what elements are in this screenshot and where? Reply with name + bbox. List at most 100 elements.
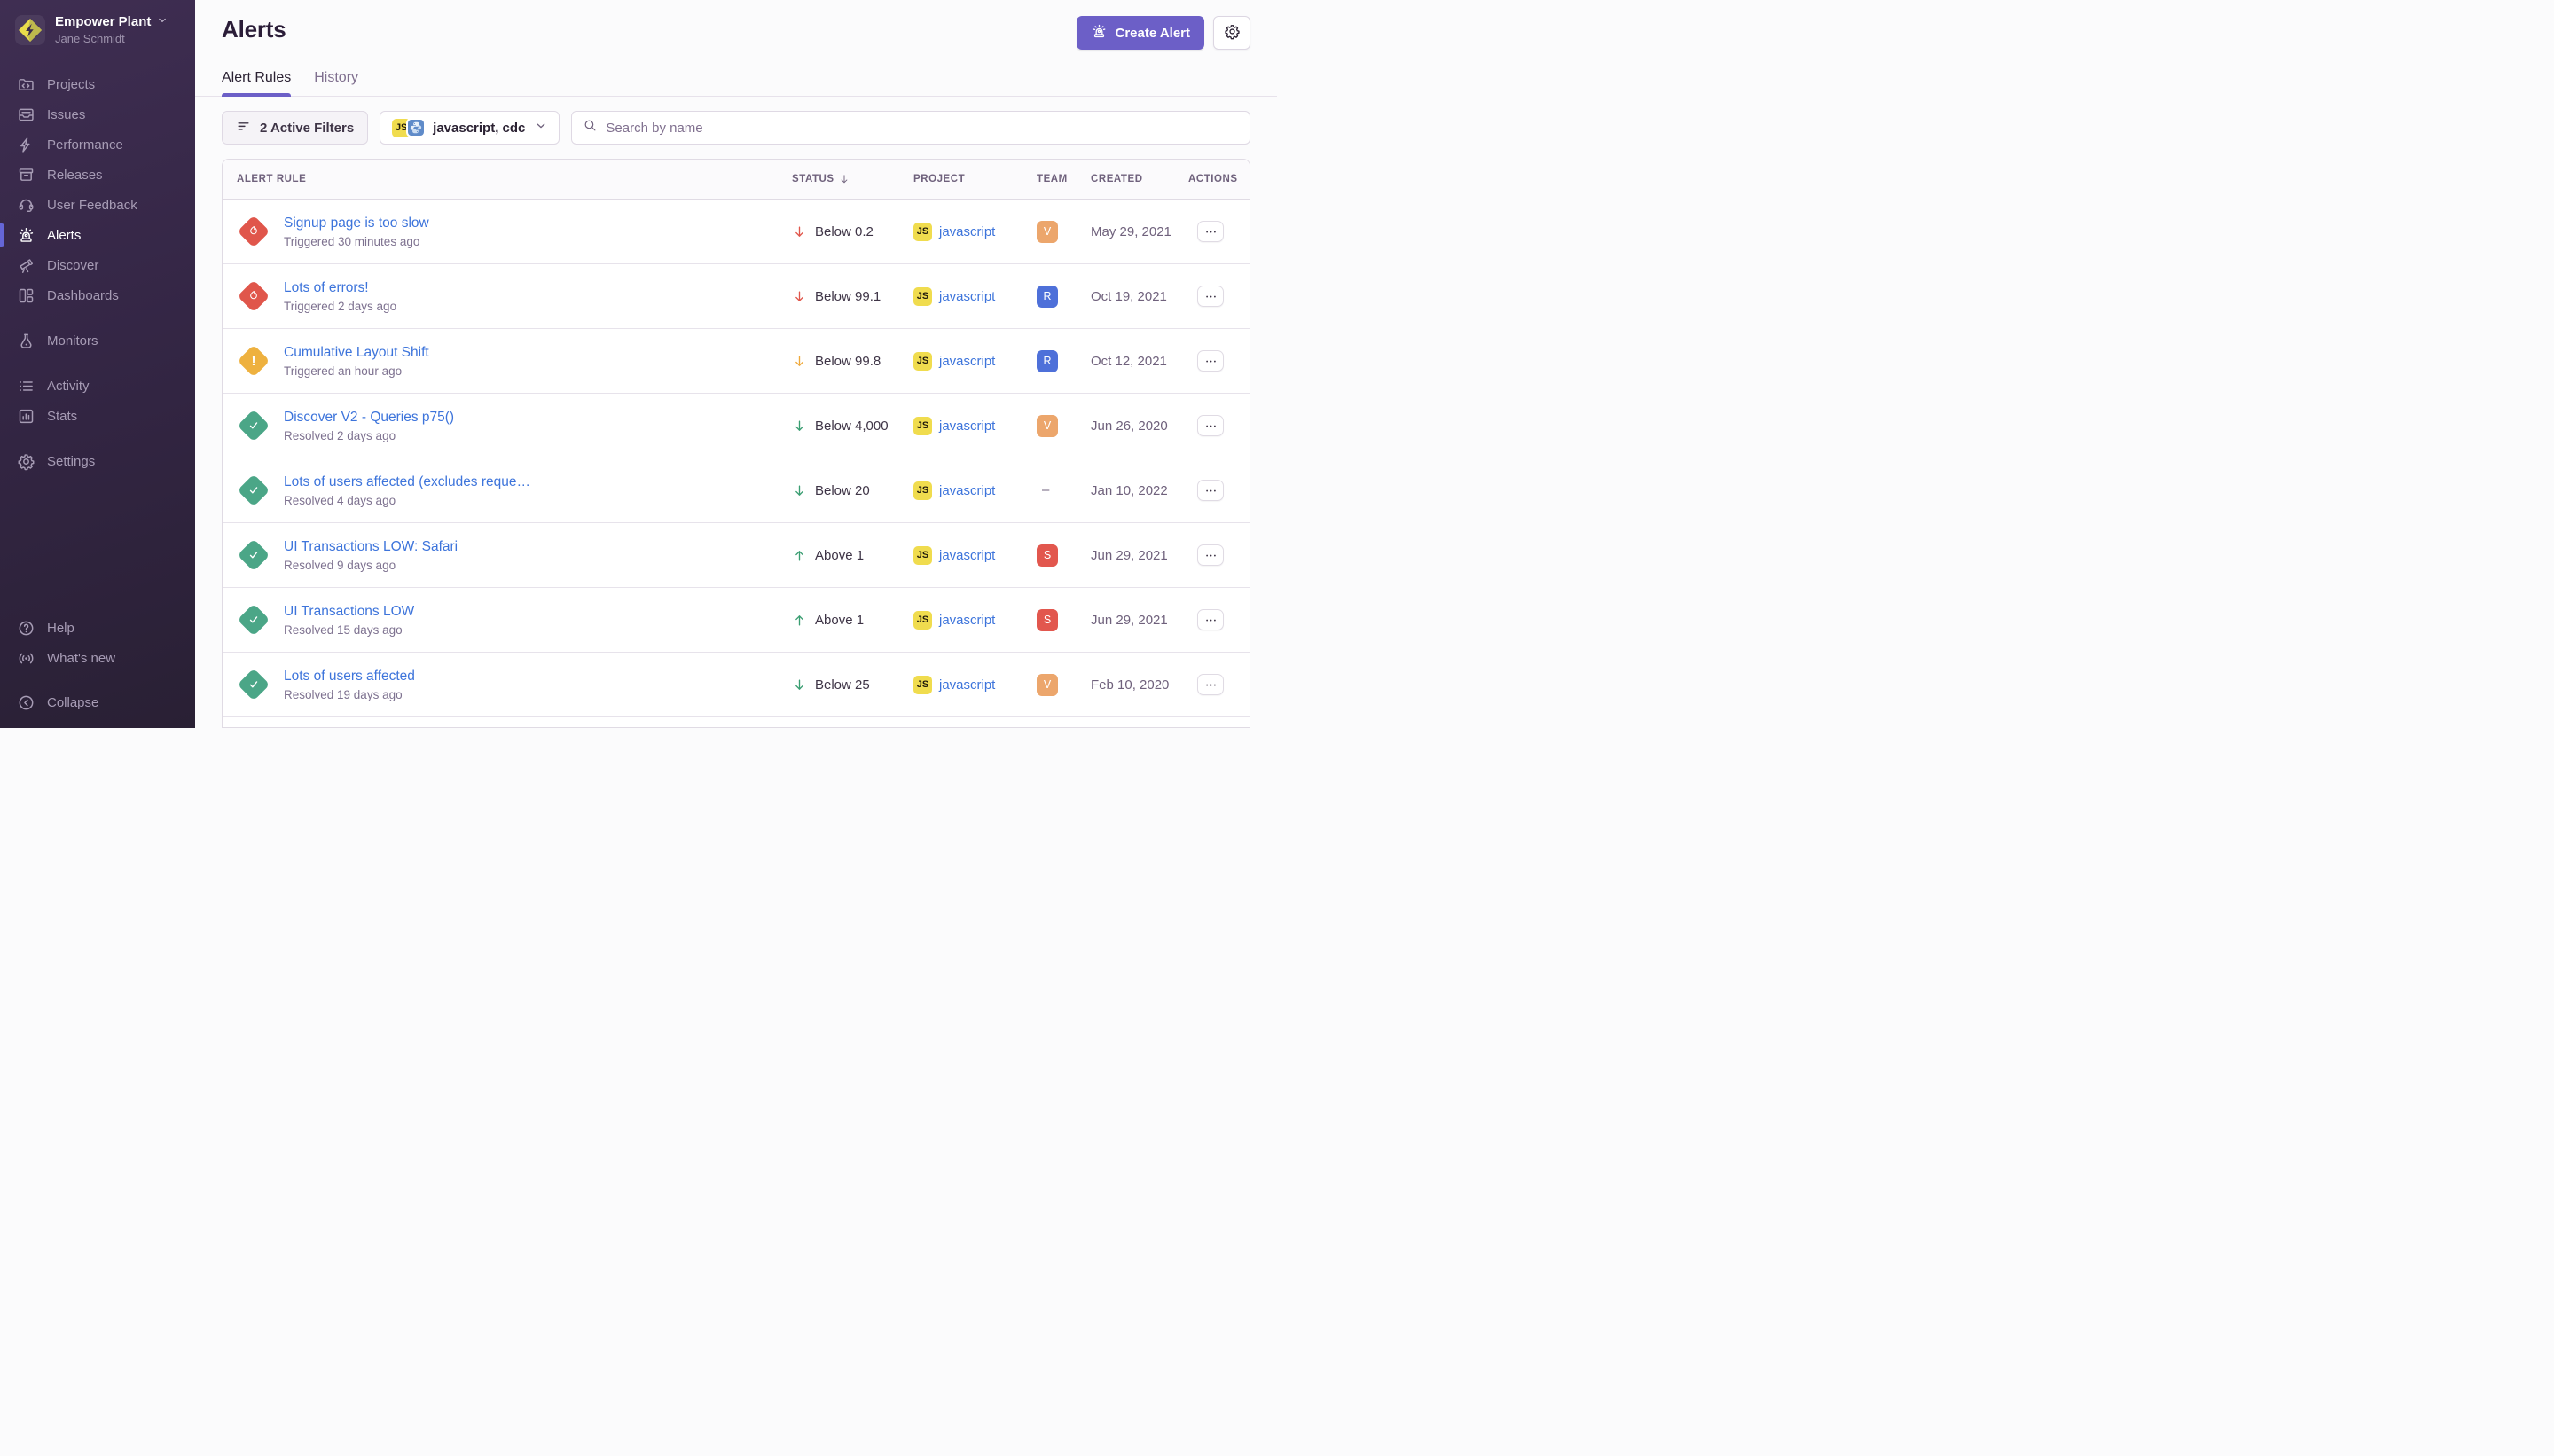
team-cell: –: [1037, 482, 1091, 498]
row-actions-button[interactable]: [1197, 221, 1224, 242]
alert-rule-link[interactable]: UI Transactions LOW: Safari: [284, 539, 458, 555]
alert-rule-subtitle: Resolved 4 days ago: [284, 494, 530, 507]
project-link[interactable]: javascript: [939, 419, 995, 434]
sidebar-item-releases[interactable]: Releases: [0, 160, 195, 190]
team-cell: R: [1037, 350, 1091, 372]
app-window: Empower Plant Jane Schmidt Projects Issue…: [0, 0, 1277, 728]
alert-rule-link[interactable]: UI Transactions LOW: [284, 604, 414, 620]
column-header-alert-rule: Alert Rule: [223, 174, 792, 184]
alert-rule-subtitle: Resolved 2 days ago: [284, 429, 454, 442]
row-actions-button[interactable]: [1197, 286, 1224, 307]
sidebar-item-what-s-new[interactable]: What's new: [0, 643, 195, 673]
sidebar-item-monitors[interactable]: Monitors: [0, 325, 195, 356]
alert-rule-link[interactable]: Cumulative Layout Shift: [284, 345, 429, 361]
active-filters-button[interactable]: 2 Active Filters: [222, 111, 368, 145]
project-link[interactable]: javascript: [939, 677, 995, 693]
tab-alert-rules[interactable]: Alert Rules: [222, 70, 291, 96]
row-actions-button[interactable]: [1197, 350, 1224, 372]
search-input[interactable]: [606, 121, 1239, 136]
alert-rule-link[interactable]: Signup page is too slow: [284, 215, 429, 231]
ellipsis-icon: [1204, 355, 1218, 368]
alert-status-diamond-resolved: [238, 669, 270, 701]
page-header: Alerts Create Alert Alert RulesHistory: [195, 0, 1277, 97]
user-feedback-icon: [17, 196, 35, 215]
help-icon: [17, 619, 35, 638]
status-cell: Below 0.2: [792, 224, 913, 239]
status-cell: Below 25: [792, 677, 913, 693]
project-link[interactable]: javascript: [939, 354, 995, 369]
alert-rule-link[interactable]: Lots of errors!: [284, 280, 396, 296]
sidebar-item-user-feedback[interactable]: User Feedback: [0, 190, 195, 220]
row-actions-button[interactable]: [1197, 415, 1224, 436]
arrow-up-icon: [792, 613, 807, 628]
sidebar-item-discover[interactable]: Discover: [0, 250, 195, 280]
javascript-js-icon: JS: [913, 287, 932, 306]
sidebar-footer: HelpWhat's new Collapse: [0, 613, 195, 728]
javascript-js-icon: JS: [913, 417, 932, 435]
project-link[interactable]: javascript: [939, 548, 995, 563]
sidebar-item-alerts[interactable]: Alerts: [0, 220, 195, 250]
project-link[interactable]: javascript: [939, 224, 995, 239]
team-cell: S: [1037, 609, 1091, 631]
create-alert-button[interactable]: Create Alert: [1077, 16, 1204, 50]
arrow-down-icon: [792, 224, 807, 239]
project-link[interactable]: javascript: [939, 483, 995, 498]
settings-gear-button[interactable]: [1213, 16, 1250, 50]
sidebar-item-performance[interactable]: Performance: [0, 129, 195, 160]
created-date: Jun 29, 2021: [1091, 613, 1188, 628]
created-date: Jan 10, 2022: [1091, 483, 1188, 498]
active-tab-underline: [222, 93, 291, 97]
sidebar-item-collapse[interactable]: Collapse: [0, 687, 195, 717]
tab-history[interactable]: History: [314, 70, 358, 96]
alerts-siren-icon: [17, 226, 35, 245]
project-link[interactable]: javascript: [939, 289, 995, 304]
alert-rule-link[interactable]: Lots of users affected (excludes reque…: [284, 474, 530, 490]
team-empty: –: [1037, 482, 1049, 497]
project-cell: JSjavascript: [913, 352, 1037, 371]
status-threshold: Below 99.1: [815, 289, 881, 304]
discover-telescope-icon: [17, 256, 35, 275]
issues-icon: [17, 106, 35, 124]
alert-rule-subtitle: Triggered 30 minutes ago: [284, 235, 429, 248]
sidebar-item-activity[interactable]: Activity: [0, 371, 195, 401]
row-actions-button[interactable]: [1197, 609, 1224, 630]
dashboards-icon: [17, 286, 35, 305]
ellipsis-icon: [1204, 419, 1218, 433]
team-cell: V: [1037, 415, 1091, 437]
alert-rule-subtitle: Resolved 19 days ago: [284, 688, 415, 701]
sidebar-item-label: Dashboards: [47, 288, 119, 303]
alert-rule-subtitle: Triggered 2 days ago: [284, 300, 396, 313]
alert-status-diamond-resolved: [238, 539, 270, 572]
team-avatar: V: [1037, 221, 1058, 243]
alert-rule-link[interactable]: Discover V2 - Queries p75(): [284, 410, 454, 426]
exclamation-icon: !: [252, 354, 256, 369]
sidebar-item-label: Issues: [47, 107, 85, 122]
sidebar-item-settings[interactable]: Settings: [0, 446, 195, 476]
row-actions-button[interactable]: [1197, 544, 1224, 566]
fire-icon: [247, 224, 261, 239]
status-threshold: Above 1: [815, 613, 864, 628]
sidebar-item-label: Performance: [47, 137, 123, 153]
arrow-down-icon: [792, 419, 807, 434]
sidebar-item-projects[interactable]: Projects: [0, 69, 195, 99]
arrow-down-icon: [792, 354, 807, 369]
sidebar-item-dashboards[interactable]: Dashboards: [0, 280, 195, 310]
team-cell: V: [1037, 674, 1091, 696]
team-cell: S: [1037, 544, 1091, 567]
row-actions-button[interactable]: [1197, 674, 1224, 695]
project-cell: JSjavascript: [913, 223, 1037, 241]
org-switcher[interactable]: Empower Plant Jane Schmidt: [0, 0, 195, 58]
sidebar-item-help[interactable]: Help: [0, 613, 195, 643]
sidebar-item-stats[interactable]: Stats: [0, 401, 195, 431]
column-header-status[interactable]: Status: [792, 173, 913, 185]
row-actions-button[interactable]: [1197, 480, 1224, 501]
search-icon: [583, 118, 598, 137]
project-link[interactable]: javascript: [939, 613, 995, 628]
project-cell: JSjavascript: [913, 546, 1037, 565]
monitors-flask-icon: [17, 332, 35, 350]
filter-icon: [236, 119, 251, 137]
alert-rule-link[interactable]: Lots of users affected: [284, 669, 415, 685]
alert-rule-row: Discover V2 - Queries p75() Resolved 2 da…: [223, 394, 1250, 458]
sidebar-item-issues[interactable]: Issues: [0, 99, 195, 129]
project-selector[interactable]: JS javascript, cdc: [380, 111, 560, 145]
